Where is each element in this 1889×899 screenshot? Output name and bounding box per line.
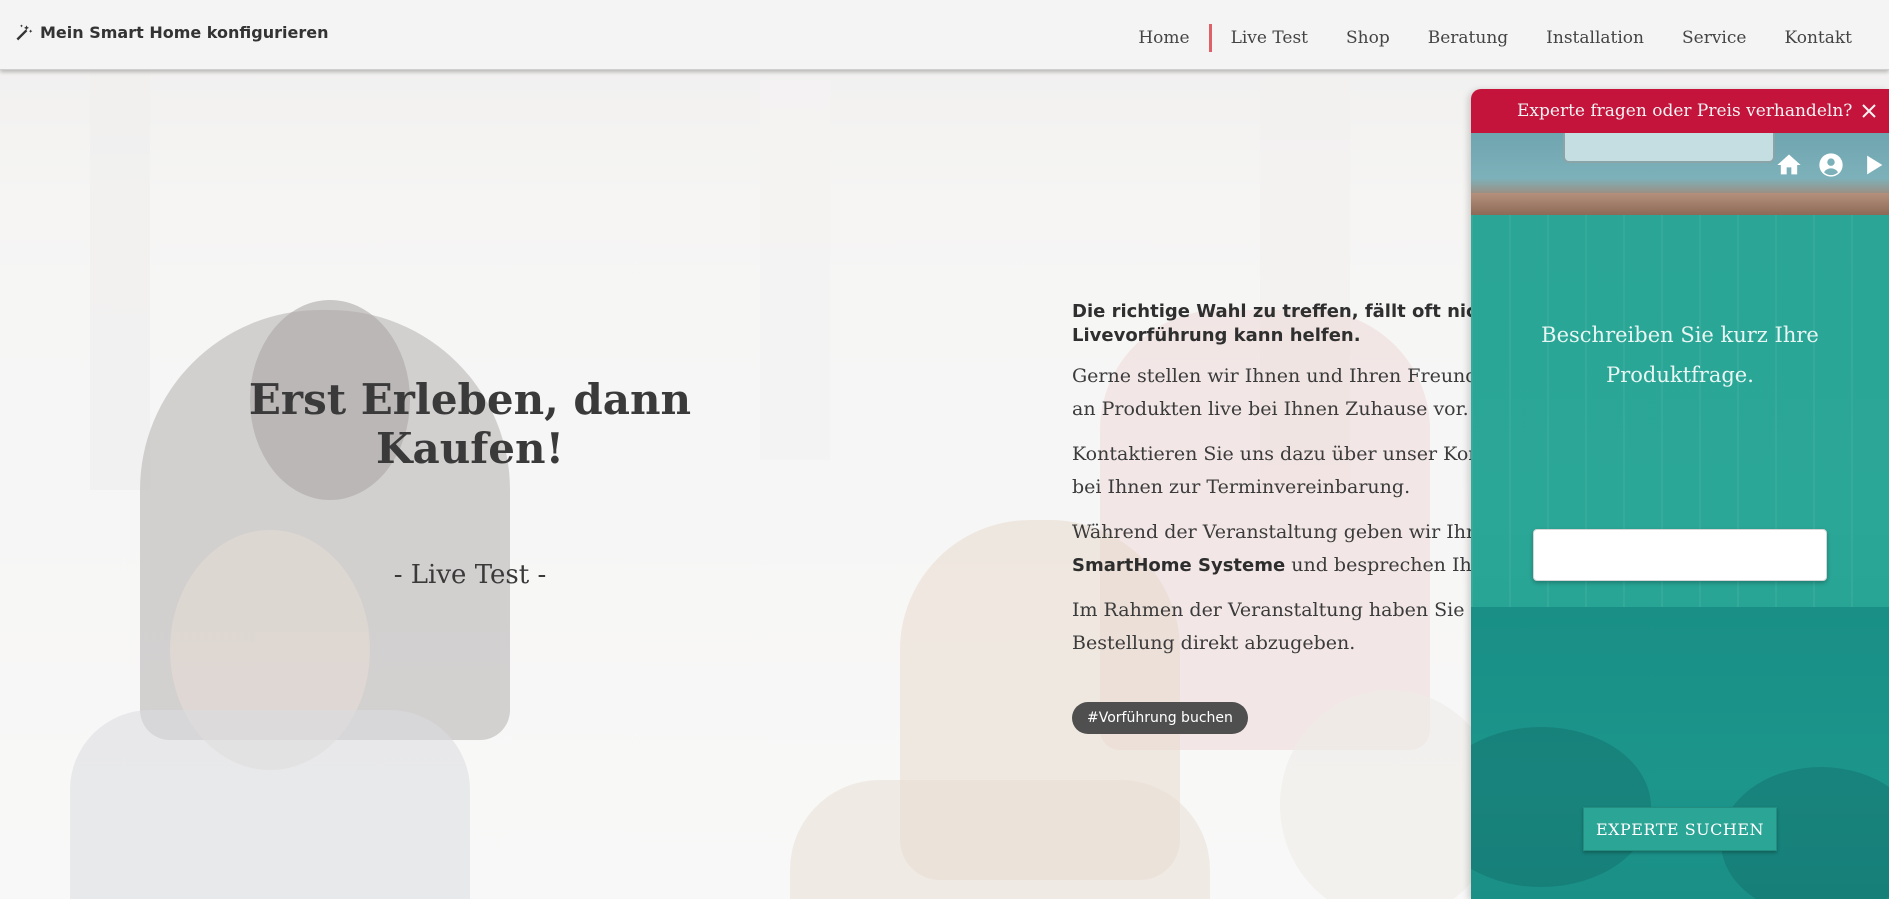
brand-label: Mein Smart Home konfigurieren <box>40 22 329 42</box>
hero-lead: Die richtige Wahl zu treffen, fällt oft … <box>1072 301 1492 346</box>
home-icon[interactable] <box>1775 151 1803 179</box>
nav-item-installation[interactable]: Installation <box>1527 28 1663 48</box>
expert-chat-widget: Experte fragen oder Preis verhandeln? Be… <box>1471 89 1889 899</box>
nav-item-live-test[interactable]: Live Test <box>1212 28 1327 48</box>
widget-body: Beschreiben Sie kurz Ihre Produktfrage. … <box>1471 215 1889 899</box>
book-demo-button[interactable]: #Vorführung buchen <box>1072 702 1248 734</box>
top-navigation-bar: Mein Smart Home konfigurieren Home Live … <box>0 0 1889 70</box>
hero-subtitle: - Live Test - <box>393 560 547 590</box>
nav-item-kontakt[interactable]: Kontakt <box>1765 28 1871 48</box>
product-highlight: SmartHome Systeme <box>1072 555 1286 576</box>
nav-item-beratung[interactable]: Beratung <box>1409 28 1527 48</box>
brand-link[interactable]: Mein Smart Home konfigurieren <box>14 22 328 42</box>
find-expert-button[interactable]: EXPERTE SUCHEN <box>1583 807 1777 851</box>
main-nav: Home Live Test Shop Beratung Installatio… <box>1119 24 1871 52</box>
hero-title: Erst Erleben, dann Kaufen! <box>248 375 692 473</box>
hero-paragraph: Kontaktieren Sie uns dazu über unser Kon… <box>1072 443 1481 498</box>
hero-paragraph: Während der Veranstaltung geben wir Ihne… <box>1072 521 1492 576</box>
widget-toolbar <box>1775 151 1887 179</box>
nav-item-home[interactable]: Home <box>1119 28 1208 48</box>
widget-lower-background <box>1471 607 1889 899</box>
hero-copy: Die richtige Wahl zu treffen, fällt oft … <box>1072 300 1492 672</box>
widget-question-text: Beschreiben Sie kurz Ihre Produktfrage. <box>1541 323 1819 387</box>
widget-header[interactable]: Experte fragen oder Preis verhandeln? <box>1471 89 1889 133</box>
nav-item-service[interactable]: Service <box>1663 28 1765 48</box>
hero-paragraph: Gerne stellen wir Ihnen und Ihren Freund… <box>1072 365 1489 420</box>
widget-title: Experte fragen oder Preis verhandeln? <box>1517 101 1853 121</box>
nav-item-shop[interactable]: Shop <box>1327 28 1409 48</box>
widget-header-image <box>1471 133 1889 215</box>
hero-paragraph: Im Rahmen der Veranstaltung haben Sie na… <box>1072 599 1492 654</box>
product-question-input[interactable] <box>1533 529 1827 581</box>
account-circle-icon[interactable] <box>1817 151 1845 179</box>
close-icon[interactable] <box>1859 101 1879 121</box>
magic-wand-icon <box>16 24 33 41</box>
play-icon[interactable] <box>1859 151 1887 179</box>
